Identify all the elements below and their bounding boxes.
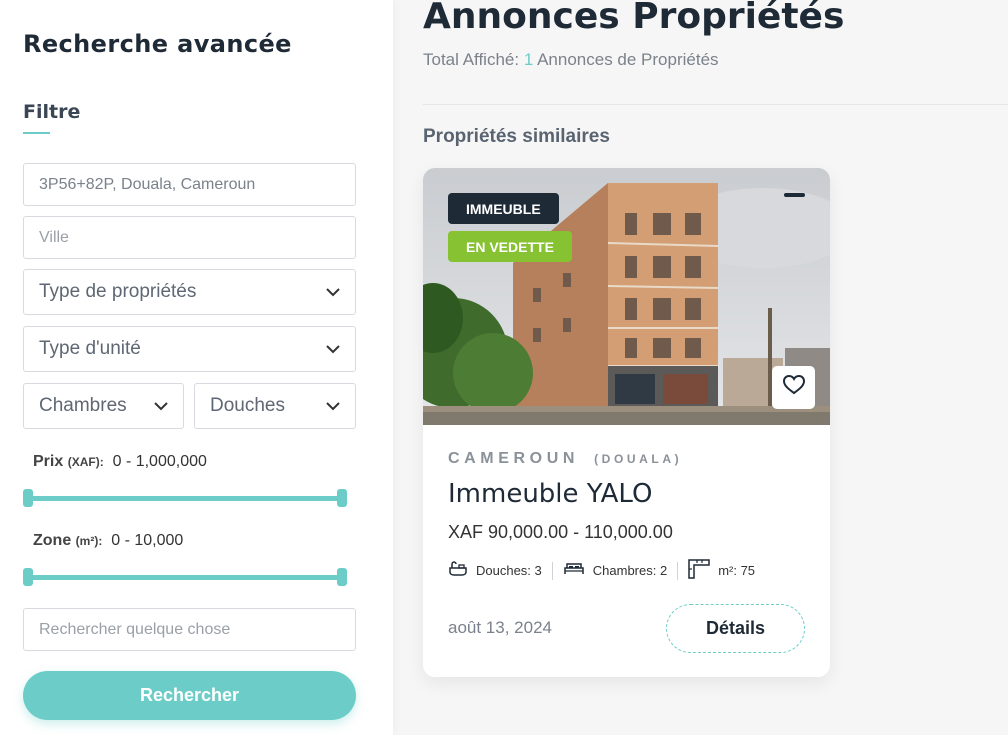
property-type-select[interactable]: Type de propriétés xyxy=(23,269,356,315)
showers-label: Douches xyxy=(210,395,285,416)
bedrooms-label: Chambres xyxy=(39,395,127,416)
total-count: 1 xyxy=(523,50,534,69)
sidebar-title: Recherche avancée xyxy=(23,30,292,58)
area-unit: (m²): xyxy=(75,534,103,548)
chevron-down-icon xyxy=(326,399,340,413)
location-city: (DOUALA) xyxy=(594,452,683,466)
city-input[interactable]: Ville xyxy=(23,216,356,259)
area-icon xyxy=(688,559,710,582)
location: CAMEROUN (DOUALA) xyxy=(448,450,682,468)
bedrooms-count: Chambres: 2 xyxy=(592,563,668,578)
property-features: Douches: 3 Chambres: 2 m²: 75 xyxy=(448,559,765,582)
divider xyxy=(423,104,1008,105)
property-type-label: Type de propriétés xyxy=(39,281,197,302)
price-range-value: 0 - 1,000,000 xyxy=(112,453,207,470)
showers-select[interactable]: Douches xyxy=(194,383,356,429)
price-slider[interactable] xyxy=(23,489,347,507)
total-suffix: Annonces de Propriétés xyxy=(537,50,719,69)
filter-heading: Filtre xyxy=(23,101,81,123)
total-prefix: Total Affiché: xyxy=(423,50,520,69)
area-slider[interactable] xyxy=(23,568,347,586)
chevron-down-icon xyxy=(326,285,340,299)
location-country: CAMEROUN xyxy=(448,450,580,467)
unit-type-select[interactable]: Type d'unité xyxy=(23,326,356,372)
area-min-handle[interactable] xyxy=(23,568,33,586)
chevron-down-icon xyxy=(326,342,340,356)
total-count-line: Total Affiché: 1 Annonces de Propriétés xyxy=(423,50,719,70)
feature-showers: Douches: 3 xyxy=(448,561,552,580)
property-card[interactable]: IMMEUBLE EN VEDETTE CAMEROUN (DOUALA) Im… xyxy=(423,168,830,677)
area-label: Zone xyxy=(33,532,72,549)
details-button[interactable]: Détails xyxy=(666,604,805,653)
filter-underline xyxy=(23,132,50,134)
property-type-badge: IMMEUBLE xyxy=(448,193,559,224)
favorite-button[interactable] xyxy=(772,366,815,409)
bedrooms-select[interactable]: Chambres xyxy=(23,383,184,429)
listing-date: août 13, 2024 xyxy=(448,618,552,637)
area-max-handle[interactable] xyxy=(337,568,347,586)
page-title: Annonces Propriétés xyxy=(423,0,845,37)
showers-count: Douches: 3 xyxy=(476,563,542,578)
price-label: Prix xyxy=(33,453,64,470)
featured-badge: EN VEDETTE xyxy=(448,231,572,262)
search-button[interactable]: Rechercher xyxy=(23,671,356,720)
bed-icon xyxy=(563,562,585,579)
address-input[interactable]: 3P56+82P, Douala, Cameroun xyxy=(23,163,356,206)
area-range-label: Zone (m²): 0 - 10,000 xyxy=(33,532,183,550)
feature-divider xyxy=(677,561,679,580)
price-min-handle[interactable] xyxy=(23,489,33,507)
similar-heading: Propriétés similaires xyxy=(423,126,610,147)
feature-area: m²: 75 xyxy=(688,559,765,582)
property-image[interactable]: IMMEUBLE EN VEDETTE xyxy=(423,168,830,425)
area-size: m²: 75 xyxy=(718,563,756,578)
price-range-label: Prix (XAF): 0 - 1,000,000 xyxy=(33,453,207,471)
bathtub-icon xyxy=(448,561,468,580)
chevron-down-icon xyxy=(154,399,168,413)
search-sidebar: Recherche avancée Filtre 3P56+82P, Doual… xyxy=(0,0,393,735)
area-range-value: 0 - 10,000 xyxy=(111,532,184,549)
unit-type-label: Type d'unité xyxy=(39,338,141,359)
feature-bedrooms: Chambres: 2 xyxy=(563,562,677,579)
feature-divider xyxy=(551,561,553,580)
property-name[interactable]: Immeuble YALO xyxy=(448,479,652,509)
heart-icon xyxy=(782,374,805,400)
keyword-search-input[interactable]: Rechercher quelque chose xyxy=(23,608,356,651)
price-unit: (XAF): xyxy=(67,455,104,469)
property-price: XAF 90,000.00 - 110,000.00 xyxy=(448,522,673,542)
price-max-handle[interactable] xyxy=(337,489,347,507)
menu-dash-icon[interactable] xyxy=(784,193,805,197)
